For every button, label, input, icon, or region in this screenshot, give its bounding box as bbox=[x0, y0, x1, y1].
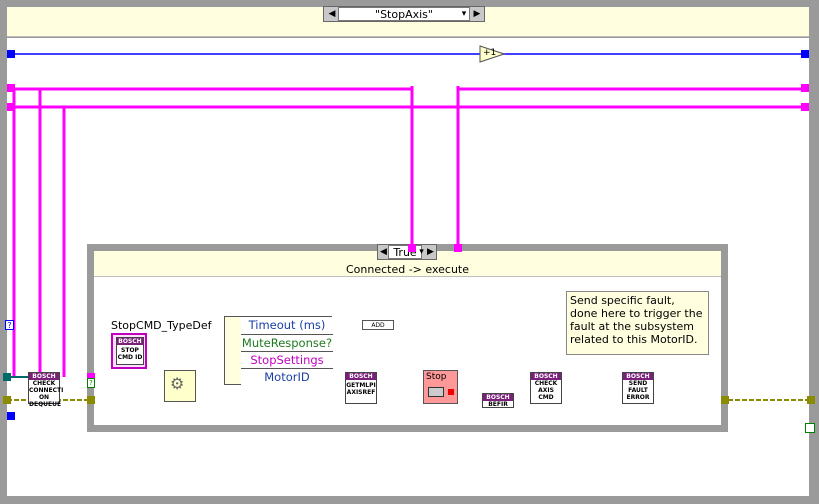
vi-text: CHECK CONNECTI ON DEQUEUE bbox=[29, 380, 64, 408]
vi-text: STOP CMD ID bbox=[117, 347, 143, 361]
dropdown-icon[interactable]: ▾ bbox=[417, 245, 426, 259]
left-tunnel-pink-2[interactable] bbox=[7, 103, 15, 111]
typedef-label: StopCMD_TypeDef bbox=[111, 319, 212, 332]
brand-label: BOSCH bbox=[483, 394, 513, 401]
check-axis-cmd-vi[interactable]: BOSCH CHECK AXIS CMD bbox=[530, 372, 562, 404]
left-tunnel-error[interactable] bbox=[3, 396, 11, 404]
send-fault-error-vi[interactable]: BOSCH SEND FAULT ERROR bbox=[622, 372, 654, 404]
left-tunnel-pink-1[interactable] bbox=[7, 84, 15, 92]
cluster-stopcmd[interactable]: Timeout (ms) MuteResponse? StopSettings … bbox=[224, 316, 333, 386]
bundle-by-name-node[interactable]: ⚙ bbox=[164, 370, 196, 402]
inner-top-tunnel-2[interactable] bbox=[454, 244, 462, 252]
stop-cmd-id-constant[interactable]: BOSCH STOP CMD ID bbox=[111, 333, 147, 369]
right-tunnel-pink-2[interactable] bbox=[801, 103, 809, 111]
brand-label: BOSCH bbox=[623, 373, 653, 380]
motor-icon bbox=[428, 387, 444, 397]
right-tunnel-error[interactable] bbox=[807, 396, 815, 404]
vi-text: GETMLPI AXISREF bbox=[346, 382, 376, 396]
increment-label: +1 bbox=[483, 48, 497, 58]
inner-left-tunnel-error[interactable] bbox=[87, 396, 95, 404]
inner-right-tunnel-error[interactable] bbox=[721, 396, 729, 404]
stop-node-label: Stop bbox=[426, 372, 447, 382]
stop-node[interactable]: Stop bbox=[423, 370, 458, 404]
inner-case-subtitle: Connected -> execute bbox=[345, 263, 470, 276]
cluster-row-stopsettings[interactable]: StopSettings bbox=[241, 351, 333, 369]
left-tunnel-blue-2[interactable] bbox=[7, 412, 15, 420]
stop-icon bbox=[448, 389, 454, 395]
stop-cmd-id-icon: BOSCH STOP CMD ID bbox=[116, 337, 144, 365]
cluster-row-motorid[interactable]: MotorID bbox=[241, 368, 333, 386]
brand-label: BOSCH bbox=[29, 373, 59, 380]
left-tunnel-teal[interactable] bbox=[3, 373, 11, 381]
selector-right-icon[interactable]: ▶ bbox=[426, 245, 435, 259]
loop-condition-terminal[interactable] bbox=[805, 423, 815, 433]
add-node[interactable]: ADD bbox=[362, 320, 394, 330]
comment-note: Send specific fault, done here to trigge… bbox=[566, 291, 709, 355]
vi-text: SEND FAULT ERROR bbox=[626, 380, 650, 401]
cluster-row-timeout[interactable]: Timeout (ms) bbox=[241, 317, 333, 334]
inner-case-selector[interactable]: ◀ True ▾ ▶ bbox=[377, 244, 437, 260]
vi-text: BEFIR bbox=[488, 401, 508, 408]
check-connection-vi[interactable]: BOSCH CHECK CONNECTI ON DEQUEUE bbox=[28, 372, 63, 408]
left-tunnel-blue[interactable] bbox=[7, 50, 15, 58]
selector-left-icon[interactable]: ◀ bbox=[379, 245, 388, 259]
cluster-row-mute[interactable]: MuteResponse? bbox=[241, 334, 333, 352]
brand-label: BOSCH bbox=[531, 373, 561, 380]
befir-vi[interactable]: BOSCH BEFIR bbox=[482, 393, 514, 408]
brand-label: BOSCH bbox=[346, 373, 376, 380]
getmlpi-axisref-vi[interactable]: BOSCH GETMLPI AXISREF bbox=[345, 372, 377, 404]
brand-label: BOSCH bbox=[117, 338, 143, 345]
inner-top-tunnel-1[interactable] bbox=[408, 244, 416, 252]
case-tunnel-question-icon[interactable]: ? bbox=[5, 320, 14, 330]
vi-text: CHECK AXIS CMD bbox=[534, 380, 558, 401]
inner-selector-tunnel-icon[interactable]: ? bbox=[87, 378, 95, 388]
right-tunnel-pink-1[interactable] bbox=[801, 84, 809, 92]
gear-icon: ⚙ bbox=[170, 374, 185, 393]
right-tunnel-blue[interactable] bbox=[801, 50, 809, 58]
